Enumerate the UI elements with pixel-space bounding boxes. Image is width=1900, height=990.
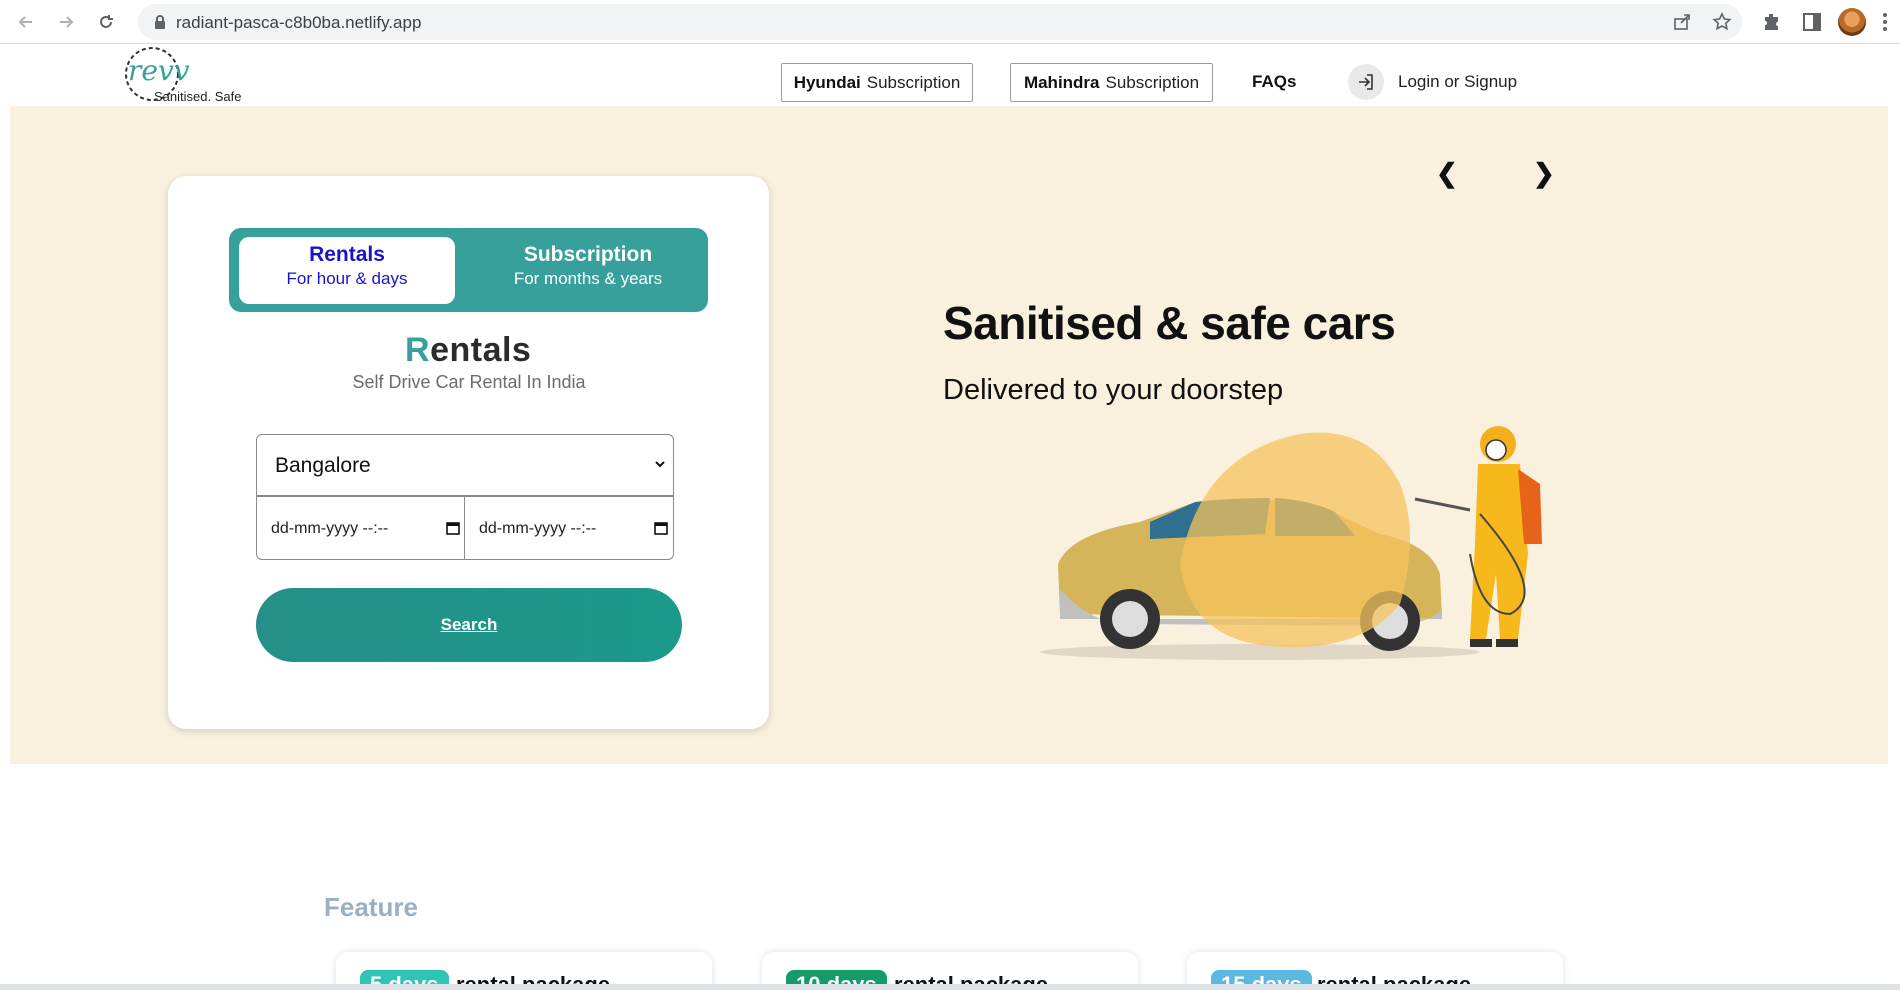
carousel-next-button[interactable]: ❯ xyxy=(1533,158,1555,189)
share-icon[interactable] xyxy=(1672,12,1692,32)
browser-toolbar: radiant-pasca-c8b0ba.netlify.app xyxy=(0,0,1900,44)
start-datetime-input[interactable]: dd-mm-yyyy --:-- xyxy=(256,496,465,560)
brand-rest: entals xyxy=(430,331,532,369)
lock-icon xyxy=(155,15,165,29)
search-label: Search xyxy=(440,615,498,634)
login-icon[interactable] xyxy=(1348,64,1384,100)
end-date-placeholder: dd-mm-yyyy --:-- xyxy=(479,520,597,537)
extensions-puzzle-icon[interactable] xyxy=(1760,10,1784,34)
svg-text:revv: revv xyxy=(128,54,190,87)
brand-hyundai: Hyundai xyxy=(793,72,861,92)
hero-title: Sanitised & safe cars xyxy=(943,297,1396,349)
rentals-brand-logo: Rentals xyxy=(405,331,531,370)
tab-rentals[interactable]: Rentals For hour & days xyxy=(239,237,455,304)
tab-title: Subscription xyxy=(523,243,653,266)
chevron-down-icon xyxy=(655,461,665,468)
side-panel-icon[interactable] xyxy=(1800,10,1824,34)
tab-title: Rentals xyxy=(309,243,385,266)
search-button[interactable]: Search xyxy=(256,588,682,662)
end-datetime-input[interactable]: dd-mm-yyyy --:-- xyxy=(465,496,674,560)
start-date-placeholder: dd-mm-yyyy --:-- xyxy=(271,520,389,537)
hero-subtitle: Delivered to your doorstep xyxy=(943,374,1284,406)
reload-icon[interactable] xyxy=(92,8,120,36)
carousel-prev-button[interactable]: ❮ xyxy=(1436,158,1458,189)
subscription-label: Subscription xyxy=(866,72,961,92)
back-arrow-icon[interactable] xyxy=(12,8,40,36)
feature-heading: Feature xyxy=(324,892,418,922)
address-bar[interactable]: radiant-pasca-c8b0ba.netlify.app xyxy=(138,4,1742,40)
forward-arrow-icon[interactable] xyxy=(52,8,80,36)
brand-mahindra: Mahindra xyxy=(1023,72,1100,92)
tab-subtitle: For hour & days xyxy=(286,269,408,288)
horizontal-scrollbar[interactable] xyxy=(0,984,1900,990)
subscription-label: Subscription xyxy=(1105,72,1200,92)
city-select[interactable]: Bangalore xyxy=(256,434,674,496)
more-menu-icon[interactable] xyxy=(1882,10,1888,34)
calendar-icon[interactable] xyxy=(445,520,461,536)
sanitising-car-illustration xyxy=(1040,426,1542,660)
profile-avatar[interactable] xyxy=(1838,8,1866,36)
url-text: radiant-pasca-c8b0ba.netlify.app xyxy=(176,13,422,32)
city-value: Bangalore xyxy=(275,454,371,477)
hyundai-subscription-button[interactable]: Hyundai Subscription xyxy=(781,63,973,102)
login-signup-link[interactable]: Login or Signup xyxy=(1398,72,1517,92)
logo-tagline: Sanitised. Safe xyxy=(154,89,242,104)
tab-subtitle: For months & years xyxy=(513,269,663,288)
calendar-icon[interactable] xyxy=(653,520,669,536)
faqs-link[interactable]: FAQs xyxy=(1252,72,1296,92)
booking-subtitle: Self Drive Car Rental In India xyxy=(352,372,586,392)
bookmark-star-icon[interactable] xyxy=(1712,12,1732,32)
mahindra-subscription-button[interactable]: Mahindra Subscription xyxy=(1010,63,1213,102)
brand-initial: R xyxy=(405,331,431,369)
tab-subscription[interactable]: Subscription For months & years xyxy=(481,237,695,304)
